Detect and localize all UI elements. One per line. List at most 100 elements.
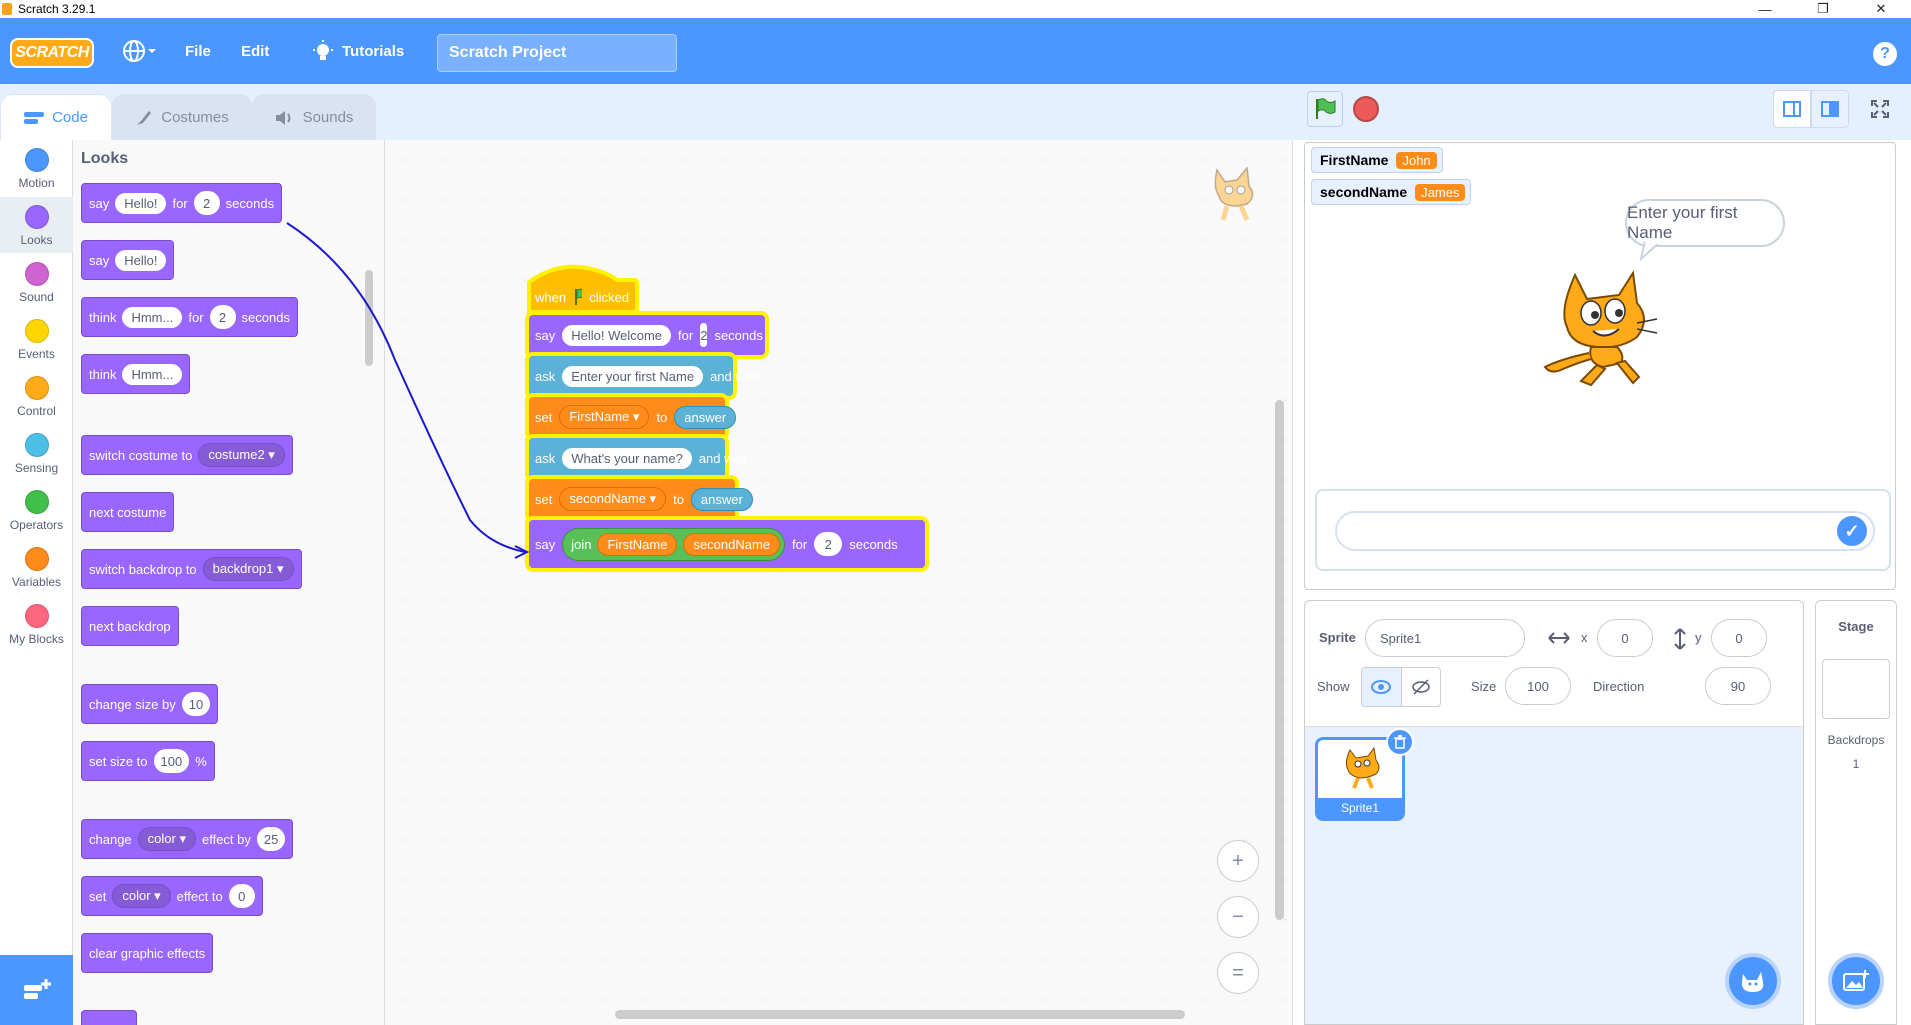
think-block[interactable]: think Hmm... [81,354,191,394]
category-sound[interactable]: Sound [0,254,73,310]
category-events[interactable]: Events [0,311,73,367]
answer-reporter[interactable]: answer [674,405,737,429]
effect-dropdown[interactable]: color ▾ [137,827,196,851]
add-extension-button[interactable] [0,955,73,1025]
category-sensing[interactable]: Sensing [0,425,73,481]
category-looks[interactable]: Looks [0,197,73,253]
variable-monitor-firstname[interactable]: FirstName John [1311,147,1443,173]
large-stage-button[interactable] [1811,90,1849,128]
block-input[interactable]: Hmm... [122,363,183,385]
zoom-in-button[interactable]: + [1217,840,1259,882]
category-variables[interactable]: Variables [0,539,73,595]
category-my-blocks[interactable]: My Blocks [0,596,73,652]
effect-dropdown[interactable]: color ▾ [112,884,171,908]
block-number-input[interactable]: 10 [181,692,211,716]
script-workspace[interactable]: when clicked say Hello! Welcome for 2 se… [385,140,1293,1025]
tab-sounds[interactable]: Sounds [252,94,376,140]
file-menu[interactable]: File [185,18,211,84]
category-motion[interactable]: Motion [0,140,73,196]
ask-and-wait-block[interactable]: ask Enter your first Name and wait [529,356,758,396]
cat-sprite[interactable] [1541,267,1661,391]
edit-menu[interactable]: Edit [241,18,269,84]
workspace-vertical-scrollbar[interactable] [1275,400,1284,920]
help-button[interactable]: ? [1873,42,1897,66]
join-operator[interactable]: join FirstName secondName [562,527,786,561]
submit-answer-button[interactable]: ✓ [1837,516,1867,546]
block-input[interactable]: Hello! [115,249,167,271]
say-join-block[interactable]: say join FirstName secondName for 2 seco… [529,520,925,568]
say-block[interactable]: say Hello! [81,240,175,280]
secondname-reporter[interactable]: secondName [683,532,781,556]
set-effect-block[interactable]: set color ▾ effect to 0 [81,876,263,916]
block-input[interactable]: Hmm... [122,306,183,328]
block-input[interactable]: Hello! Welcome [562,324,672,346]
ask-and-wait-block[interactable]: ask What's your name? and wait [529,438,747,478]
size-input[interactable]: 100 [1505,667,1571,705]
show-visible-button[interactable] [1362,668,1402,706]
switch-costume-block[interactable]: switch costume to costume2 ▾ [81,435,293,475]
stage-canvas[interactable]: FirstName John secondName James Enter yo… [1304,142,1896,590]
show-hidden-button[interactable] [1402,668,1441,706]
language-menu[interactable] [122,18,156,84]
project-title-input[interactable]: Scratch Project [437,34,677,72]
small-stage-button[interactable] [1773,90,1811,128]
zoom-reset-button[interactable]: = [1217,952,1259,994]
choose-backdrop-button[interactable] [1828,953,1884,1009]
set-size-block[interactable]: set size to 100 % [81,741,215,781]
next-backdrop-block[interactable]: next backdrop [81,606,179,646]
minimize-button[interactable]: — [1742,0,1788,18]
tab-code[interactable]: Code [0,94,112,140]
fullscreen-button[interactable] [1861,90,1899,128]
block-input[interactable]: What's your name? [562,447,692,469]
close-button[interactable]: ✕ [1858,0,1904,18]
sprite-name-input[interactable]: Sprite1 [1365,619,1525,657]
category-operators[interactable]: Operators [0,482,73,538]
block-input[interactable]: Enter your first Name [562,365,704,387]
next-costume-block[interactable]: next costume [81,492,175,532]
backdrop-dropdown[interactable]: backdrop1 ▾ [202,557,294,581]
change-size-block[interactable]: change size by 10 [81,684,219,724]
think-for-secs-block[interactable]: think Hmm... for 2 seconds [81,297,298,337]
block-number-input[interactable]: 100 [153,749,190,773]
block-number-input[interactable]: 2 [193,191,220,215]
firstname-reporter[interactable]: FirstName [597,532,678,556]
say-for-secs-block[interactable]: say Hello! for 2 seconds [81,183,283,223]
backdrop-thumbnail[interactable] [1822,659,1890,719]
change-effect-block[interactable]: change color ▾ effect by 25 [81,819,294,859]
when-flag-clicked-block[interactable]: when clicked [529,283,635,311]
variable-dropdown[interactable]: FirstName ▾ [559,405,650,429]
stage-target-pane[interactable]: Stage Backdrops 1 [1815,600,1897,1025]
switch-backdrop-block[interactable]: switch backdrop to backdrop1 ▾ [81,549,302,589]
costume-dropdown[interactable]: costume2 ▾ [198,443,285,467]
block-number-input[interactable]: 2 [700,323,708,347]
set-variable-block[interactable]: set secondName ▾ to answer [529,479,753,519]
block-number-input[interactable]: 25 [256,827,286,851]
answer-input[interactable]: ✓ [1335,511,1875,551]
sprite-thumbnail[interactable]: Sprite1 [1315,728,1414,821]
workspace-horizontal-scrollbar[interactable] [615,1010,1185,1019]
partial-block[interactable] [81,1010,137,1025]
restore-button[interactable]: ❐ [1800,0,1846,18]
category-control[interactable]: Control [0,368,73,424]
scratch-logo[interactable]: SCRATCH [10,38,94,68]
stop-button[interactable] [1353,96,1379,122]
tab-costumes[interactable]: Costumes [112,94,252,140]
delete-sprite-button[interactable] [1386,728,1414,756]
zoom-out-button[interactable]: − [1217,896,1259,938]
y-position-input[interactable]: 0 [1711,619,1767,657]
palette-scrollbar[interactable] [365,270,373,366]
set-variable-block[interactable]: set FirstName ▾ to answer [529,397,737,437]
say-for-secs-block[interactable]: say Hello! Welcome for 2 seconds [529,315,765,355]
answer-reporter[interactable]: answer [690,487,753,511]
clear-effects-block[interactable]: clear graphic effects [81,933,214,973]
variable-monitor-secondname[interactable]: secondName James [1311,179,1472,205]
block-input[interactable]: Hello! [115,192,167,214]
x-position-input[interactable]: 0 [1597,619,1653,657]
block-number-input[interactable]: 2 [814,532,843,556]
direction-input[interactable]: 90 [1705,667,1771,705]
block-number-input[interactable]: 0 [228,884,255,908]
tutorials-button[interactable]: Tutorials [312,18,404,84]
variable-dropdown[interactable]: secondName ▾ [559,487,667,511]
choose-sprite-button[interactable] [1725,953,1781,1009]
green-flag-button[interactable] [1307,91,1343,127]
